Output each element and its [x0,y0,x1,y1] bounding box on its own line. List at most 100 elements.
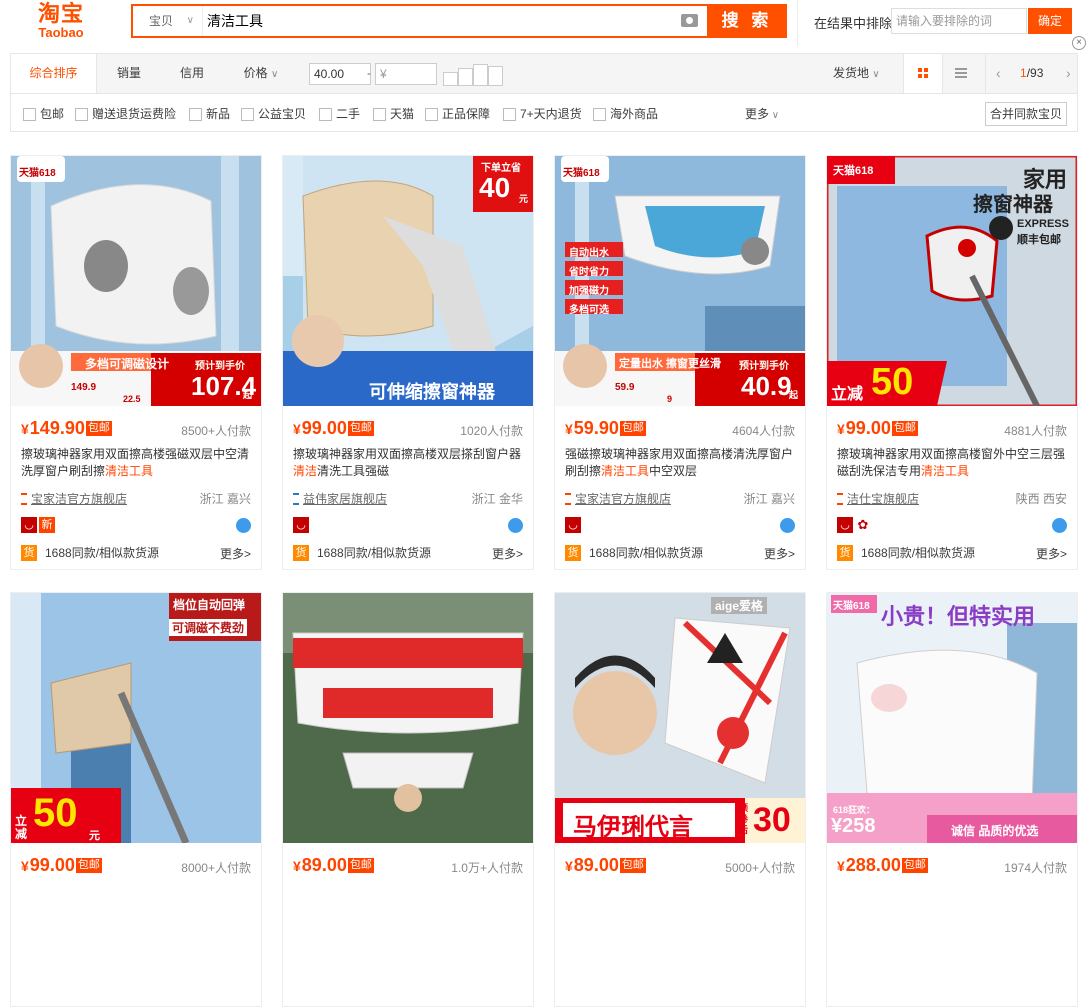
price-range-chart-icon[interactable] [443,64,505,86]
wangwang-chat-icon[interactable] [780,518,795,533]
paid-count: 1974人付款 [1004,861,1067,875]
yen-symbol: ¥ [293,421,301,437]
grid-view-icon[interactable] [903,54,943,93]
checkbox-free-shipping[interactable]: 包邮 [23,106,64,122]
paid-count: 4881人付款 [1004,424,1067,438]
more-link[interactable]: 更多> [492,545,523,562]
image-old-price: 59.9 [615,382,635,393]
tab-credit[interactable]: 信用 [169,54,215,93]
search-scope-label: 宝贝 [149,14,174,28]
product-card[interactable]: 下单立省 40 元 可伸缩擦窗神器 ¥99.00 包邮 1020人付款 擦玻璃神器… [282,155,534,570]
merge-same-items-button[interactable]: 合并同款宝贝 [985,102,1067,126]
checkbox-new[interactable]: 新品 [189,106,230,122]
product-price: ¥99.00 包邮 [293,418,374,439]
filter-panel: 综合排序 销量 信用 价格 ∨ 40.00 - ¥ 发货地 ∨ ‹ 1/93 ›… [10,53,1078,132]
free-shipping-badge: 包邮 [901,858,928,873]
source-icon: 货 [565,545,581,561]
ship-from-dropdown[interactable]: 发货地 ∨ [833,54,880,93]
product-image[interactable]: 天猫618 家用 擦窗神器 EXPRESS 顺丰包邮 立减 50 [827,156,1077,406]
image-caption: 定量出水 擦窗更丝滑 [619,358,722,370]
similar-source-link[interactable]: 货 1688同款/相似款货源 [565,545,703,561]
product-image[interactable]: 天猫618 多档可调磁设计 预计到手价 149.9 22.5 107.4 起 [11,156,261,406]
product-image[interactable]: 档位自动回弹 可调磁不费劲 立减 50 元 [11,593,261,843]
product-card[interactable]: ¥89.00 包邮 1.0万+人付款 [282,592,534,1007]
wangwang-chat-icon[interactable] [1052,518,1067,533]
price-max-input[interactable]: ¥ [375,63,437,85]
more-link[interactable]: 更多> [220,545,251,562]
checkbox-charity[interactable]: 公益宝贝 [241,106,306,122]
checkbox-overseas[interactable]: 海外商品 [593,106,658,122]
source-icon: 货 [837,545,853,561]
checkbox-return-insurance[interactable]: 赠送退货运费险 [75,106,176,122]
search-button[interactable]: 搜 索 [707,4,787,38]
more-link[interactable]: 更多> [1036,545,1067,562]
wangwang-chat-icon[interactable] [236,518,251,533]
shop-link[interactable]: 宝家洁官方旗舰店 [565,490,671,507]
product-card[interactable]: 天猫618 小贵！但特实用 618狂欢： ¥258 诚信 品质的优选 ¥288.… [826,592,1078,1007]
shop-link[interactable]: 益伟家居旗舰店 [293,490,387,507]
product-price: ¥288.00 包邮 [837,855,928,876]
tmall-icon[interactable]: ◡ [565,517,581,533]
checkbox-secondhand[interactable]: 二手 [319,106,360,122]
tmall-icon[interactable]: ◡ [293,517,309,533]
list-view-icon[interactable] [955,68,967,78]
shop-link[interactable]: 洁仕宝旗舰店 [837,490,919,507]
product-image[interactable]: 天猫618 自动出水 省时省力 加强磁力 多档可选 定量出水 擦窗更丝滑 预计到… [555,156,805,406]
product-image[interactable] [283,593,533,843]
tmall-icon[interactable]: ◡ [837,517,853,533]
search-scope-select[interactable]: 宝贝 ∨ [133,6,203,36]
tab-sales[interactable]: 销量 [107,54,151,93]
image-caption: 多档可调磁设计 [85,357,170,371]
product-title[interactable]: 强磁擦玻璃神器家用双面擦高楼清洗厚窗户刷刮擦清洁工具中空双层 [565,446,797,480]
taobao-logo[interactable]: 淘宝 Taobao [31,2,91,42]
more-filters-button[interactable]: 更多 ∨ [745,105,779,122]
image-big-price: 40 [479,172,511,203]
header: 淘宝 Taobao 宝贝 ∨ 搜 索 在结果中排除 请输入要排除的词 确定 × [0,0,1090,50]
shop-link[interactable]: 宝家洁官方旗舰店 [21,490,127,507]
chevron-left-icon[interactable]: ‹ [996,54,1001,93]
chevron-right-icon[interactable]: › [1066,54,1071,93]
product-image[interactable]: aige爱格 马伊琍代言 领卷后 30 [555,593,805,843]
title-highlight: 清洁工具 [921,464,970,478]
exclude-input[interactable]: 请输入要排除的词 [891,8,1027,34]
product-card[interactable]: 天猫618 多档可调磁设计 预计到手价 149.9 22.5 107.4 起 ¥… [10,155,262,570]
price-value: 99.00 [301,418,347,438]
checkbox-7day-return[interactable]: 7+天内退货 [503,106,582,122]
product-card[interactable]: 天猫618 家用 擦窗神器 EXPRESS 顺丰包邮 立减 50 ¥99.00 包… [826,155,1078,570]
more-link[interactable]: 更多> [764,545,795,562]
close-icon[interactable]: × [1072,36,1086,50]
price-min-input[interactable]: 40.00 [309,63,371,85]
product-title[interactable]: 擦玻璃神器家用双面擦高楼双层搽刮窗户器清洁清洗工具强磁 [293,446,525,480]
price-value: 99.00 [845,418,891,438]
new-badge-icon[interactable]: 新 [39,517,55,533]
product-title[interactable]: 擦玻璃神器家用双面擦高楼窗外中空三层强磁刮洗保洁专用清洁工具 [837,446,1069,480]
tab-comprehensive[interactable]: 综合排序 [11,54,97,93]
flower-icon[interactable]: ✿ [855,517,871,533]
paid-count: 1020人付款 [460,424,523,438]
product-title[interactable]: 擦玻璃神器家用双面擦高楼强磁双层中空清洗厚窗户刷刮擦清洁工具 [21,446,253,480]
product-image[interactable]: 天猫618 小贵！但特实用 618狂欢： ¥258 诚信 品质的优选 [827,593,1077,843]
image-price-suffix: 起 [789,390,799,400]
checkbox-authentic[interactable]: 正品保障 [425,106,490,122]
tmall-618-badge: 天猫618 [833,165,874,177]
image-headline-2: 可调磁不费劲 [169,619,248,636]
product-card[interactable]: 天猫618 自动出水 省时省力 加强磁力 多档可选 定量出水 擦窗更丝滑 预计到… [554,155,806,570]
yen-symbol: ¥ [565,858,573,874]
checkbox-tmall[interactable]: 天猫 [373,106,414,122]
search-input[interactable] [207,6,667,36]
similar-source-link[interactable]: 货 1688同款/相似款货源 [21,545,159,561]
tmall-icon[interactable]: ◡ [21,517,37,533]
yen-symbol: ¥ [293,858,301,874]
product-card[interactable]: aige爱格 马伊琍代言 领卷后 30 ¥89.00 包邮 5000+人付款 [554,592,806,1007]
similar-source-label: 1688同款/相似款货源 [45,546,160,560]
wangwang-chat-icon[interactable] [508,518,523,533]
camera-icon[interactable] [681,14,698,27]
exclude-confirm-button[interactable]: 确定 [1028,8,1072,34]
product-image[interactable]: 下单立省 40 元 可伸缩擦窗神器 [283,156,533,406]
similar-source-link[interactable]: 货 1688同款/相似款货源 [837,545,975,561]
image-price-suffix: 起 [243,390,253,400]
image-caption: 诚信 品质的优选 [951,824,1039,838]
product-card[interactable]: 档位自动回弹 可调磁不费劲 立减 50 元 ¥99.00 包邮 8000+人付款 [10,592,262,1007]
tab-price[interactable]: 价格 ∨ [239,54,283,93]
similar-source-link[interactable]: 货 1688同款/相似款货源 [293,545,431,561]
